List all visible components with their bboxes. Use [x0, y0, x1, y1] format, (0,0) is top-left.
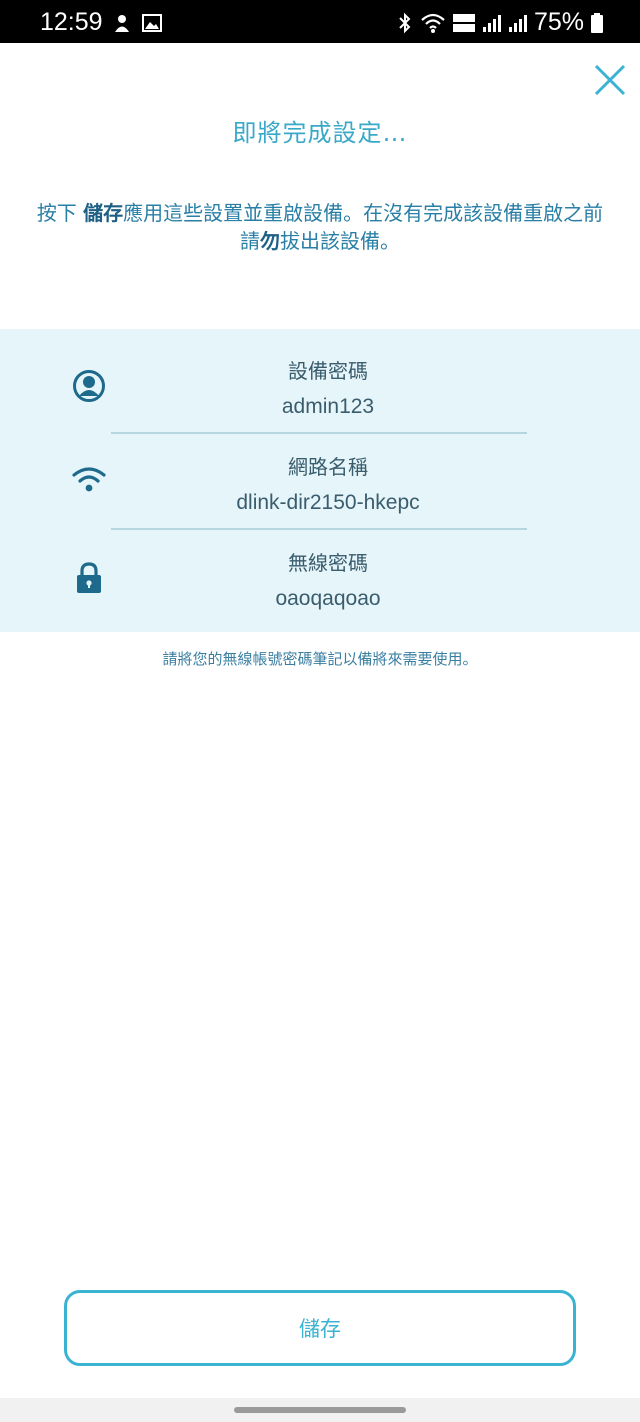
device-password-label: 設備密碼: [288, 359, 368, 383]
close-button[interactable]: [592, 62, 628, 98]
divider: [111, 528, 527, 530]
instruction-dont-bold: 勿: [260, 229, 280, 253]
bluetooth-icon: [399, 12, 411, 33]
instruction-save-bold: 儲存: [83, 201, 124, 225]
lock-icon: [77, 562, 101, 593]
mascot-icon: [115, 15, 129, 32]
home-gesture-handle[interactable]: [234, 1407, 406, 1413]
page-title: 即將完成設定…: [232, 119, 408, 147]
status-right: 75%: [396, 8, 604, 37]
instruction-part3: 拔出該設備。: [280, 229, 400, 253]
divider: [111, 432, 527, 434]
image-icon: [142, 14, 162, 32]
wireless-password-label: 無線密碼: [288, 551, 368, 575]
close-icon: [594, 64, 626, 96]
instruction-text: 按下 儲存應用這些設置並重啟設備。在沒有完成該設備重啟之前請勿拔出該設備。: [30, 199, 610, 255]
navigation-bar: [0, 1398, 640, 1422]
battery-percent: 75%: [533, 8, 584, 36]
wifi-icon: [72, 467, 106, 492]
credentials-panel: 設備密碼 admin123 網路名稱 dlink-dir2150-hkepc 無…: [0, 329, 640, 632]
wireless-password-value: oaoqaqoao: [275, 587, 381, 610]
wireless-password-row: 無線密碼 oaoqaqoao: [0, 535, 640, 631]
network-name-value: dlink-dir2150-hkepc: [236, 491, 420, 514]
status-time: 12:59: [40, 8, 103, 36]
status-bar: 12:59 75%: [0, 0, 640, 43]
device-password-row: 設備密碼 admin123: [0, 343, 640, 439]
signal-roaming-icon: [508, 14, 527, 32]
wifi-icon: [421, 13, 445, 33]
save-button[interactable]: 儲存: [64, 1290, 576, 1366]
device-password-value: admin123: [281, 395, 375, 418]
signal-icon: [482, 14, 501, 32]
instruction-part1: 按下: [36, 201, 84, 225]
network-name-label: 網路名稱: [288, 455, 368, 479]
battery-icon: [591, 12, 603, 33]
network-name-row: 網路名稱 dlink-dir2150-hkepc: [0, 439, 640, 535]
status-notification-icons: [112, 13, 162, 33]
save-credentials-note: 請將您的無線帳號密碼筆記以備將來需要使用。: [162, 650, 478, 668]
user-icon: [73, 370, 105, 402]
volte-icon: [452, 13, 475, 32]
